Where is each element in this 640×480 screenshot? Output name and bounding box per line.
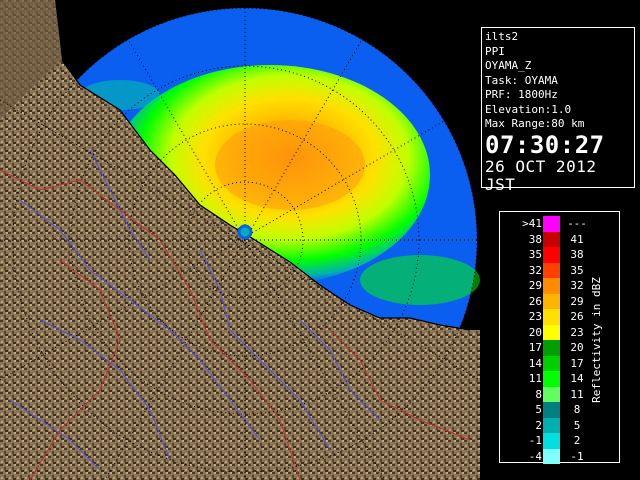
legend-upper-value: 8: [573, 403, 581, 416]
legend-row: -4 -1: [500, 448, 619, 464]
radar-id: OYAMA_Z: [485, 59, 532, 72]
legend-color-swatch: [543, 386, 560, 402]
legend-lower-value: 32: [528, 263, 542, 277]
elevation-label: Elevation:1.0: [485, 102, 572, 116]
legend-lower-value: 20: [528, 325, 542, 339]
legend-lower-value: 2: [535, 418, 542, 432]
legend-color-swatch: [543, 417, 560, 433]
legend-upper-value: 41: [570, 232, 584, 246]
legend-lower-value: 35: [528, 248, 542, 261]
legend-upper-value: 26: [570, 310, 584, 323]
legend-color-swatch: [543, 216, 560, 232]
radar-ppi-view[interactable]: [0, 0, 480, 480]
legend-lower-value: -4: [528, 449, 542, 463]
legend-upper-value: 5: [573, 418, 581, 432]
legend-upper-value: 17: [570, 356, 584, 370]
legend-lower-value: 29: [528, 279, 542, 292]
radar-map: [0, 0, 480, 480]
legend-title: Reflectivity in dBZ: [590, 277, 603, 403]
prf-label: PRF: 1800Hz: [485, 88, 558, 101]
legend-color-swatch: [543, 448, 560, 464]
legend-upper-value: 23: [570, 325, 584, 339]
legend-row: >41 ---: [500, 216, 619, 232]
legend-color-swatch: [543, 402, 560, 418]
legend-upper-value: ---: [567, 217, 587, 230]
legend-lower-value: 5: [535, 403, 542, 416]
legend-color-swatch: [543, 231, 560, 247]
scan-type: PPI: [485, 44, 505, 58]
scan-date: 26 OCT 2012 JST: [485, 156, 597, 194]
legend-upper-value: 29: [570, 294, 584, 308]
legend-lower-value: 17: [528, 341, 542, 354]
legend-upper-value: 14: [570, 372, 584, 385]
max-range-label: Max Range:80 km: [485, 117, 585, 130]
legend-lower-value: >41: [522, 217, 542, 230]
legend-color-swatch: [543, 355, 560, 371]
task-label: Task: OYAMA: [485, 73, 558, 87]
legend-color-swatch: [543, 247, 560, 263]
legend-upper-value: 35: [570, 263, 584, 277]
legend-color-swatch: [543, 340, 560, 356]
legend-upper-value: 32: [570, 279, 584, 292]
legend-color-swatch: [543, 309, 560, 325]
legend-lower-value: 8: [535, 387, 542, 401]
legend-lower-value: 11: [528, 372, 542, 385]
legend-upper-value: 2: [573, 434, 581, 447]
legend-lower-value: -1: [528, 434, 542, 447]
info-panel: ilts2 PPI OYAMA_Z Task: OYAMA PRF: 1800H…: [481, 27, 635, 193]
legend-lower-value: 38: [528, 232, 542, 246]
product-name: ilts2: [485, 30, 519, 43]
legend-color-swatch: [543, 371, 560, 387]
legend-lower-value: 26: [528, 294, 542, 308]
legend-color-swatch: [543, 293, 560, 309]
legend-upper-value: 38: [570, 248, 584, 261]
legend-lower-value: 14: [528, 356, 542, 370]
legend-color-swatch: [543, 278, 560, 294]
legend-color-swatch: [543, 324, 560, 340]
legend-color-swatch: [543, 433, 560, 449]
legend-row: -1 2: [500, 433, 619, 449]
reflectivity-legend: >41 --- 38 41 35 38 32 35 29 32 26 29 23 26 20 23 17 20 14…: [499, 211, 620, 464]
legend-lower-value: 23: [528, 310, 542, 323]
legend-upper-value: -1: [570, 449, 584, 463]
legend-color-swatch: [543, 262, 560, 278]
legend-upper-value: 20: [570, 341, 584, 354]
scan-time: 07:30:27: [485, 130, 605, 159]
legend-upper-value: 11: [570, 387, 584, 401]
radar-site-marker: [237, 224, 253, 240]
